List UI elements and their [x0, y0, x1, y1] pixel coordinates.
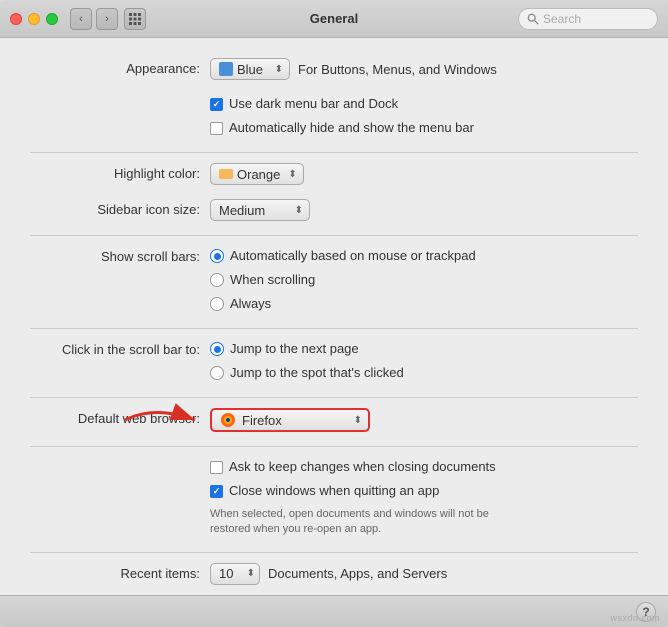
close-windows-checkbox[interactable]: [210, 485, 223, 498]
highlight-dropdown[interactable]: Orange ⬍: [210, 163, 304, 185]
browser-arrow-icon: ⬍: [354, 415, 362, 426]
divider-6: [30, 552, 638, 553]
ask-changes-row: Ask to keep changes when closing documen…: [30, 457, 638, 538]
ask-changes-checkbox[interactable]: [210, 461, 223, 474]
grid-button[interactable]: [124, 8, 146, 30]
recent-items-value: 10: [219, 566, 239, 581]
appearance-value: Blue: [237, 62, 267, 77]
dark-menu-text: Use dark menu bar and Dock: [229, 94, 398, 114]
forward-button[interactable]: ›: [96, 8, 118, 30]
recent-items-row: Recent items: 10 ⬍ Documents, Apps, and …: [30, 563, 638, 585]
back-button[interactable]: ‹: [70, 8, 92, 30]
close-windows-text: Close windows when quitting an app: [229, 481, 439, 501]
titlebar: ‹ › General Search: [0, 0, 668, 38]
scroll-bars-content: Automatically based on mouse or trackpad…: [210, 246, 638, 314]
red-arrow-annotation: [115, 400, 205, 440]
ask-changes-text: Ask to keep changes when closing documen…: [229, 457, 496, 477]
system-preferences-window: ‹ › General Search Appearance: Bl: [0, 0, 668, 627]
appearance-description: For Buttons, Menus, and Windows: [298, 62, 497, 77]
close-button[interactable]: [10, 13, 22, 25]
content-area: Appearance: Blue ⬍ For Buttons, Menus, a…: [0, 38, 668, 595]
divider-2: [30, 235, 638, 236]
click-spot-radio[interactable]: [210, 366, 224, 380]
nav-buttons: ‹ ›: [70, 8, 118, 30]
scroll-always-text: Always: [230, 294, 271, 314]
dark-menu-checkbox[interactable]: [210, 98, 223, 111]
search-placeholder: Search: [543, 12, 581, 26]
search-icon: [527, 13, 539, 25]
recent-items-dropdown[interactable]: 10 ⬍: [210, 563, 260, 585]
appearance-arrow-icon: ⬍: [275, 64, 283, 75]
recent-items-content: 10 ⬍ Documents, Apps, and Servers: [210, 563, 638, 585]
scroll-auto-radio[interactable]: [210, 249, 224, 263]
auto-hide-checkbox-row: Automatically hide and show the menu bar: [210, 118, 638, 138]
watermark: wsxdn.com: [610, 613, 660, 623]
close-windows-subtext: When selected, open documents and window…: [210, 507, 530, 538]
sidebar-dropdown[interactable]: Medium ⬍: [210, 199, 310, 221]
close-windows-checkbox-row: Close windows when quitting an app: [210, 481, 638, 501]
highlight-value: Orange: [237, 167, 280, 182]
click-spot-text: Jump to the spot that's clicked: [230, 363, 404, 383]
appearance-label: Appearance:: [30, 58, 210, 80]
minimize-button[interactable]: [28, 13, 40, 25]
dark-menu-row: Use dark menu bar and Dock Automatically…: [30, 94, 638, 138]
sidebar-content: Medium ⬍: [210, 199, 638, 221]
appearance-content: Blue ⬍ For Buttons, Menus, and Windows: [210, 58, 638, 80]
click-scroll-content: Jump to the next page Jump to the spot t…: [210, 339, 638, 383]
browser-dropdown[interactable]: Firefox ⬍: [210, 408, 370, 432]
ask-changes-checkbox-row: Ask to keep changes when closing documen…: [210, 457, 638, 477]
highlight-content: Orange ⬍: [210, 163, 638, 185]
click-scroll-row: Click in the scroll bar to: Jump to the …: [30, 339, 638, 383]
divider-4: [30, 397, 638, 398]
highlight-arrow-icon: ⬍: [288, 169, 296, 180]
auto-hide-text: Automatically hide and show the menu bar: [229, 118, 474, 138]
scroll-auto-text: Automatically based on mouse or trackpad: [230, 246, 476, 266]
scroll-always-radio[interactable]: [210, 297, 224, 311]
search-bar[interactable]: Search: [518, 8, 658, 30]
ask-changes-content: Ask to keep changes when closing documen…: [210, 457, 638, 538]
traffic-lights: [10, 13, 58, 25]
sidebar-row: Sidebar icon size: Medium ⬍: [30, 199, 638, 221]
scroll-auto-row: Automatically based on mouse or trackpad: [210, 246, 638, 266]
dark-menu-content: Use dark menu bar and Dock Automatically…: [210, 94, 638, 138]
scroll-when-radio[interactable]: [210, 273, 224, 287]
recent-items-description: Documents, Apps, and Servers: [268, 566, 447, 581]
dark-menu-checkbox-row: Use dark menu bar and Dock: [210, 94, 638, 114]
scroll-always-row: Always: [210, 294, 638, 314]
click-scroll-label: Click in the scroll bar to:: [30, 339, 210, 361]
sidebar-label: Sidebar icon size:: [30, 199, 210, 221]
divider-1: [30, 152, 638, 153]
click-next-text: Jump to the next page: [230, 339, 359, 359]
auto-hide-checkbox[interactable]: [210, 122, 223, 135]
browser-row: Default web browser:: [30, 408, 638, 432]
recent-items-arrow-icon: ⬍: [247, 568, 255, 579]
firefox-icon: [220, 412, 236, 428]
appearance-dropdown[interactable]: Blue ⬍: [210, 58, 290, 80]
bottom-bar: ?: [0, 595, 668, 627]
highlight-label: Highlight color:: [30, 163, 210, 185]
scroll-bars-label: Show scroll bars:: [30, 246, 210, 268]
highlight-row: Highlight color: Orange ⬍: [30, 163, 638, 185]
sidebar-arrow-icon: ⬍: [295, 205, 303, 216]
divider-5: [30, 446, 638, 447]
appearance-row: Appearance: Blue ⬍ For Buttons, Menus, a…: [30, 58, 638, 80]
browser-value: Firefox: [242, 413, 344, 428]
sidebar-value: Medium: [219, 203, 287, 218]
window-title: General: [310, 11, 358, 26]
browser-content: Firefox ⬍: [210, 408, 638, 432]
divider-3: [30, 328, 638, 329]
maximize-button[interactable]: [46, 13, 58, 25]
click-next-row: Jump to the next page: [210, 339, 638, 359]
scroll-bars-row: Show scroll bars: Automatically based on…: [30, 246, 638, 314]
recent-items-label: Recent items:: [30, 563, 210, 585]
scroll-when-row: When scrolling: [210, 270, 638, 290]
scroll-when-text: When scrolling: [230, 270, 315, 290]
click-spot-row: Jump to the spot that's clicked: [210, 363, 638, 383]
click-next-radio[interactable]: [210, 342, 224, 356]
